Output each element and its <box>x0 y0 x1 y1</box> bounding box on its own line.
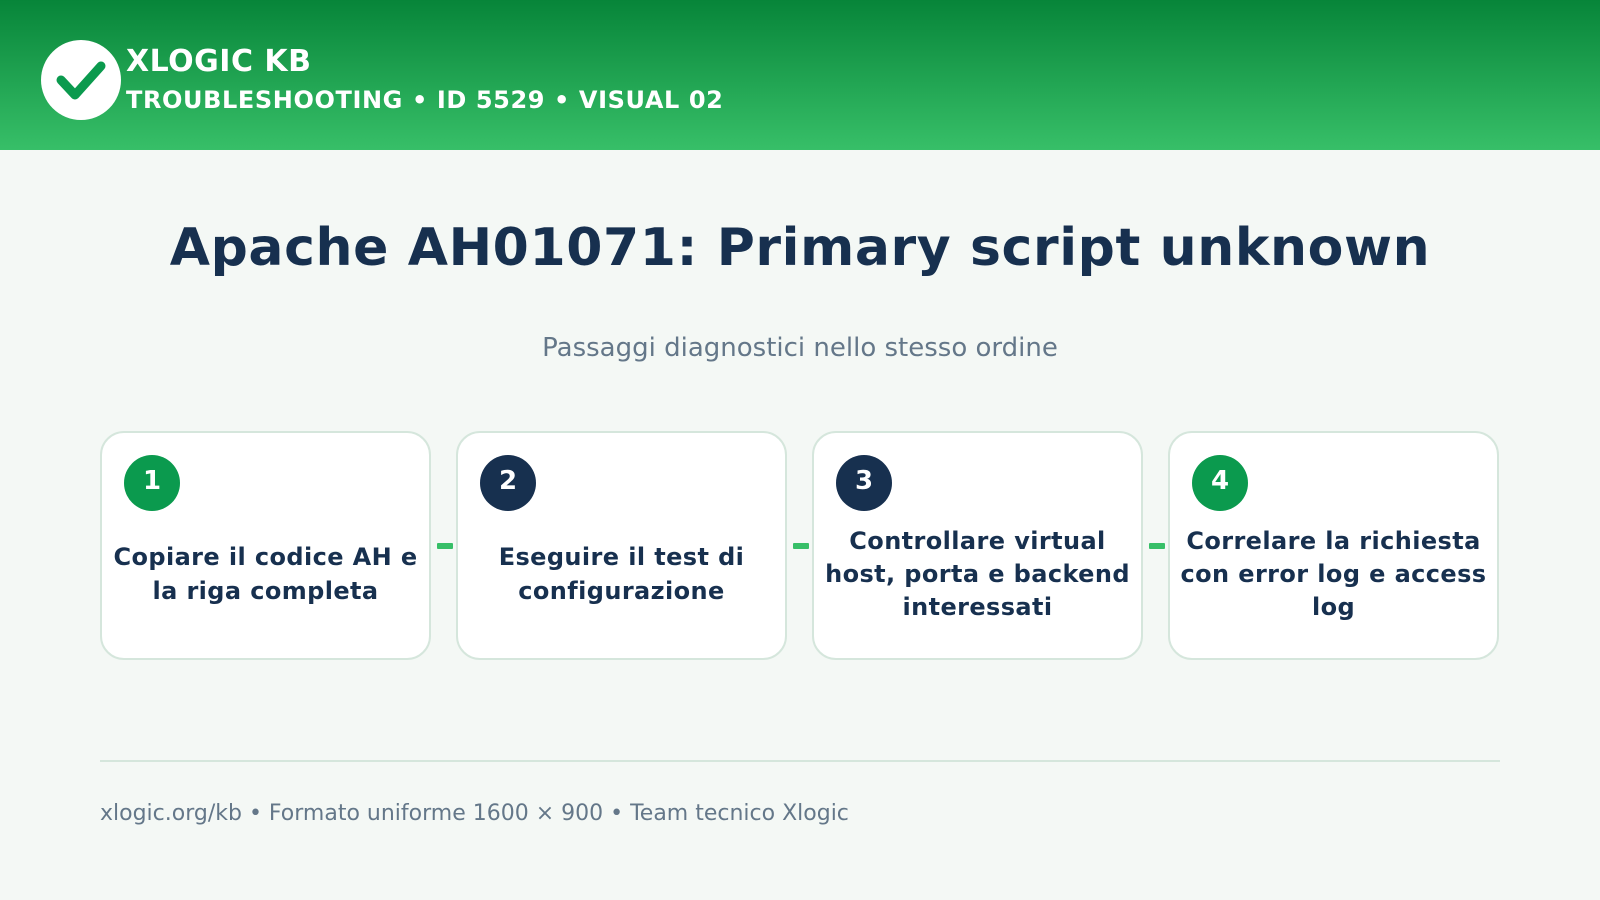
brand-subtitle: TROUBLESHOOTING • ID 5529 • VISUAL 02 <box>126 86 724 114</box>
logo-badge <box>41 40 121 120</box>
footer-text: xlogic.org/kb • Formato uniforme 1600 × … <box>100 801 849 826</box>
step-text: Controllare virtual host, porta e backen… <box>825 526 1130 622</box>
step-connector <box>437 543 453 549</box>
step-connector <box>1149 543 1165 549</box>
check-icon <box>56 61 106 100</box>
step-number-badge: 1 <box>124 455 180 511</box>
step-connector <box>793 543 809 549</box>
step-text: Eseguire il test di configurazione <box>498 543 745 605</box>
step-number-badge: 4 <box>1192 455 1248 511</box>
step-text: Correlare la richiesta con error log e a… <box>1180 526 1487 622</box>
step-number-badge: 2 <box>480 455 536 511</box>
page-subtitle: Passaggi diagnostici nello stesso ordine <box>542 333 1058 363</box>
page-title: Apache AH01071: Primary script unknown <box>169 218 1431 278</box>
footer-divider <box>100 760 1500 762</box>
step-card-4: 4 Correlare la richiesta con error log e… <box>1168 431 1499 660</box>
step-card-3: 3 Controllare virtual host, porta e back… <box>812 431 1143 660</box>
step-number-badge: 3 <box>836 455 892 511</box>
step-card-1: 1 Copiare il codice AH e la riga complet… <box>100 431 431 660</box>
step-card-2: 2 Eseguire il test di configurazione <box>456 431 787 660</box>
step-text: Copiare il codice AH e la riga completa <box>113 543 418 605</box>
header-banner: XLOGIC KB TROUBLESHOOTING • ID 5529 • VI… <box>0 0 1600 150</box>
brand-title: XLOGIC KB <box>126 44 312 79</box>
